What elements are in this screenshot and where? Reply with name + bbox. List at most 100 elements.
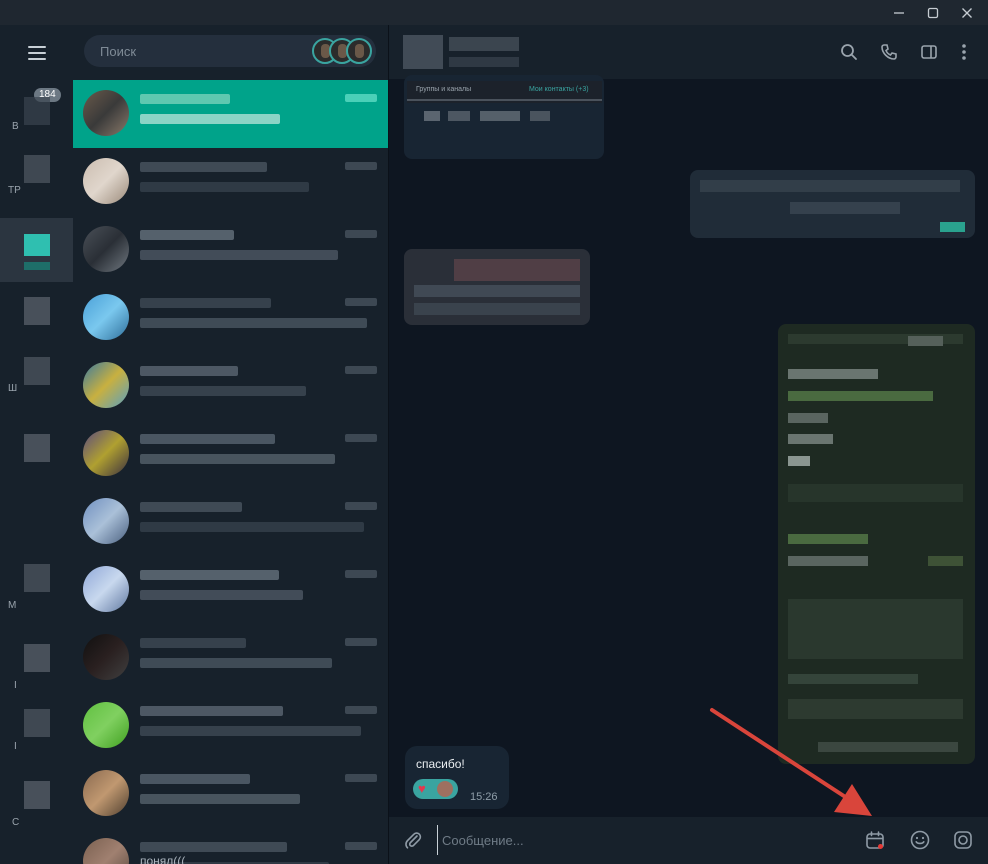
folder-item[interactable]: [0, 293, 73, 357]
blurred-text: [790, 202, 900, 214]
chat-preview: [140, 726, 361, 736]
chat-row[interactable]: [73, 488, 388, 556]
chat-time: [345, 502, 377, 510]
folder-icon: [24, 564, 50, 592]
folder-item[interactable]: [0, 430, 73, 494]
chat-row[interactable]: [73, 556, 388, 624]
blurred-text: [788, 369, 878, 379]
window-titlebar: [0, 0, 988, 25]
shared-screenshot-tab: Мои контакты (+3): [529, 86, 589, 93]
folder-label: М: [8, 600, 17, 611]
chat-title[interactable]: [449, 37, 519, 51]
chat-title: [140, 230, 234, 240]
blurred-text: [908, 336, 943, 346]
heart-icon: ♥: [418, 781, 426, 796]
folder-label: В: [12, 121, 19, 132]
close-icon[interactable]: [950, 0, 984, 25]
message-text: спасибо!: [416, 757, 465, 771]
avatar: [83, 770, 129, 816]
folder-item[interactable]: В: [0, 87, 73, 151]
folder-item[interactable]: I: [0, 705, 73, 769]
chat-row[interactable]: [73, 352, 388, 420]
notification-dot: [878, 844, 883, 849]
message-time: 15:26: [470, 791, 498, 803]
blurred-text: [788, 674, 918, 684]
folder-label: ТР: [8, 185, 21, 196]
blurred-text: [788, 599, 963, 659]
folder-item[interactable]: Ш: [0, 355, 73, 419]
chat-row[interactable]: [73, 420, 388, 488]
message-bubble[interactable]: [404, 249, 590, 325]
blurred-text: [788, 391, 933, 401]
minimize-icon[interactable]: [882, 0, 916, 25]
emoji-icon[interactable]: [907, 827, 933, 853]
folder-icon: [24, 434, 50, 462]
avatar: [83, 430, 129, 476]
schedule-calendar-icon[interactable]: [862, 827, 888, 853]
folder-sidebar: 184 В ТР Ш М I I С: [0, 25, 73, 864]
message-bubble[interactable]: [778, 324, 975, 764]
blurred-text: [454, 259, 580, 281]
more-vertical-icon[interactable]: [951, 39, 977, 65]
camera-icon[interactable]: [950, 827, 976, 853]
chat-row-active[interactable]: [73, 80, 388, 148]
chat-row[interactable]: [73, 760, 388, 828]
avatar: [83, 226, 129, 272]
folder-item[interactable]: I: [0, 640, 73, 704]
search-input[interactable]: [100, 35, 300, 67]
chat-preview: [140, 522, 364, 532]
blurred-text: [788, 434, 833, 444]
chat-time: [345, 366, 377, 374]
folder-label: I: [14, 741, 17, 752]
folder-item[interactable]: М: [0, 560, 73, 624]
chat-preview: [140, 386, 306, 396]
chat-preview: [140, 318, 367, 328]
reaction-chip[interactable]: ♥: [413, 779, 458, 799]
avatar: [83, 498, 129, 544]
message-composer: [389, 817, 988, 864]
search-bar: [84, 35, 376, 67]
folder-label: С: [12, 817, 20, 828]
message-bubble[interactable]: Группы и каналы Мои контакты (+3): [404, 75, 604, 159]
message-bubble[interactable]: [690, 170, 975, 238]
search-icon[interactable]: [836, 39, 862, 65]
chat-row[interactable]: [73, 624, 388, 692]
avatar: [83, 158, 129, 204]
story-avatar[interactable]: [346, 38, 372, 64]
blurred-text: [788, 699, 963, 719]
chat-row[interactable]: понял(((: [73, 828, 388, 864]
blurred-text: [818, 742, 958, 752]
chat-row[interactable]: [73, 692, 388, 760]
folder-icon: [24, 97, 50, 125]
chat-title: [140, 94, 230, 104]
chat-row[interactable]: [73, 148, 388, 216]
blurred-text: [788, 556, 868, 566]
paperclip-icon[interactable]: [401, 828, 425, 852]
chat-row[interactable]: [73, 216, 388, 284]
chat-panel: Группы и каналы Мои контакты (+3) спасиб…: [388, 25, 988, 864]
hamburger-menu-icon[interactable]: [18, 42, 56, 64]
chat-preview-text: понял(((: [140, 854, 186, 864]
stories-row[interactable]: [312, 38, 372, 64]
blurred-text: [480, 111, 520, 121]
avatar: [83, 566, 129, 612]
message-input[interactable]: [437, 825, 837, 855]
blurred-text: [788, 413, 828, 423]
chat-title: [140, 366, 238, 376]
reactor-avatar: [437, 781, 453, 797]
sidebar-toggle-icon[interactable]: [916, 39, 942, 65]
chat-avatar[interactable]: [403, 35, 443, 69]
folder-item[interactable]: С: [0, 775, 73, 839]
chat-preview: [140, 658, 332, 668]
blurred-time: [940, 222, 965, 232]
chat-time: [345, 230, 377, 238]
message-bubble-last[interactable]: спасибо! ♥ 15:26: [405, 746, 509, 809]
folder-item[interactable]: ТР: [0, 151, 73, 215]
folder-icon: [24, 262, 50, 270]
phone-icon[interactable]: [876, 39, 902, 65]
maximize-icon[interactable]: [916, 0, 950, 25]
blurred-text: [530, 111, 550, 121]
chat-title: [140, 638, 246, 648]
folder-item-active[interactable]: [0, 218, 73, 282]
chat-row[interactable]: [73, 284, 388, 352]
